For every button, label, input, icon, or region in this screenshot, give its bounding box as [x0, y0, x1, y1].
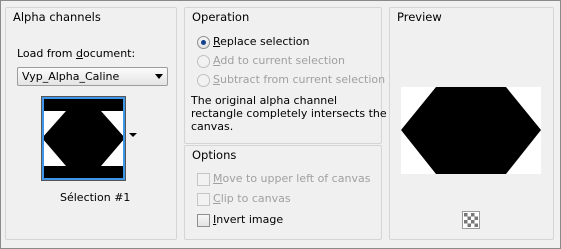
operation-description-line1: The original alpha channel — [191, 94, 338, 107]
load-from-label-accel: d — [75, 47, 83, 60]
preview-canvas — [401, 87, 541, 174]
clip-to-canvas-label[interactable]: Clip to canvas — [213, 192, 291, 205]
move-to-upper-left-label[interactable]: Move to upper left of canvas — [213, 172, 370, 185]
add-to-selection-radio[interactable] — [197, 55, 210, 68]
add-text: dd to current selection — [220, 54, 345, 67]
alpha-channels-title: Alpha channels — [13, 10, 101, 24]
replace-selection-radio[interactable] — [197, 36, 210, 49]
checkerboard-icon — [462, 211, 480, 229]
load-from-document-label: Load from document: — [17, 47, 135, 60]
replace-selection-label[interactable]: Replace selection — [213, 35, 309, 48]
subtract-text: ubtract from current selection — [219, 73, 386, 86]
operation-description-line2: rectangle completely intersects the — [191, 107, 387, 120]
operation-description-line3: canvas. — [191, 120, 234, 133]
invert-text: nvert image — [216, 213, 284, 226]
subtract-accel: S — [213, 73, 220, 86]
thumbnail-dropdown-button[interactable] — [126, 96, 140, 179]
add-to-selection-label[interactable]: Add to current selection — [213, 54, 345, 67]
selection-name-label: Sélection #1 — [60, 191, 131, 204]
subtract-from-selection-radio[interactable] — [197, 74, 210, 87]
invert-image-checkbox[interactable] — [197, 214, 210, 227]
document-dropdown-value: Vyp_Alpha_Caline — [22, 70, 120, 83]
invert-image-label[interactable]: Invert image — [213, 213, 283, 226]
operation-title: Operation — [192, 10, 250, 24]
preview-shape — [401, 87, 541, 174]
alpha-channel-thumbnail[interactable] — [41, 96, 126, 181]
alpha-channel-thumbnail-image — [42, 97, 125, 180]
move-to-upper-left-checkbox[interactable] — [197, 173, 210, 186]
replace-text: eplace selection — [220, 35, 310, 48]
caret-down-icon — [129, 133, 137, 137]
move-text: ove to upper left of canvas — [222, 172, 371, 185]
load-from-label-part2: ocument: — [82, 47, 136, 60]
move-accel: M — [213, 172, 223, 185]
subtract-from-selection-label[interactable]: Subtract from current selection — [213, 73, 385, 86]
load-from-label-part1: Load from — [17, 47, 76, 60]
clip-to-canvas-checkbox[interactable] — [197, 193, 210, 206]
chevron-down-icon — [155, 74, 163, 79]
preview-title: Preview — [397, 10, 442, 24]
options-title: Options — [192, 148, 237, 162]
document-dropdown[interactable]: Vyp_Alpha_Caline — [17, 67, 168, 86]
preview-background-button[interactable] — [462, 211, 480, 229]
clip-accel: C — [213, 192, 221, 205]
clip-text: lip to canvas — [220, 192, 291, 205]
